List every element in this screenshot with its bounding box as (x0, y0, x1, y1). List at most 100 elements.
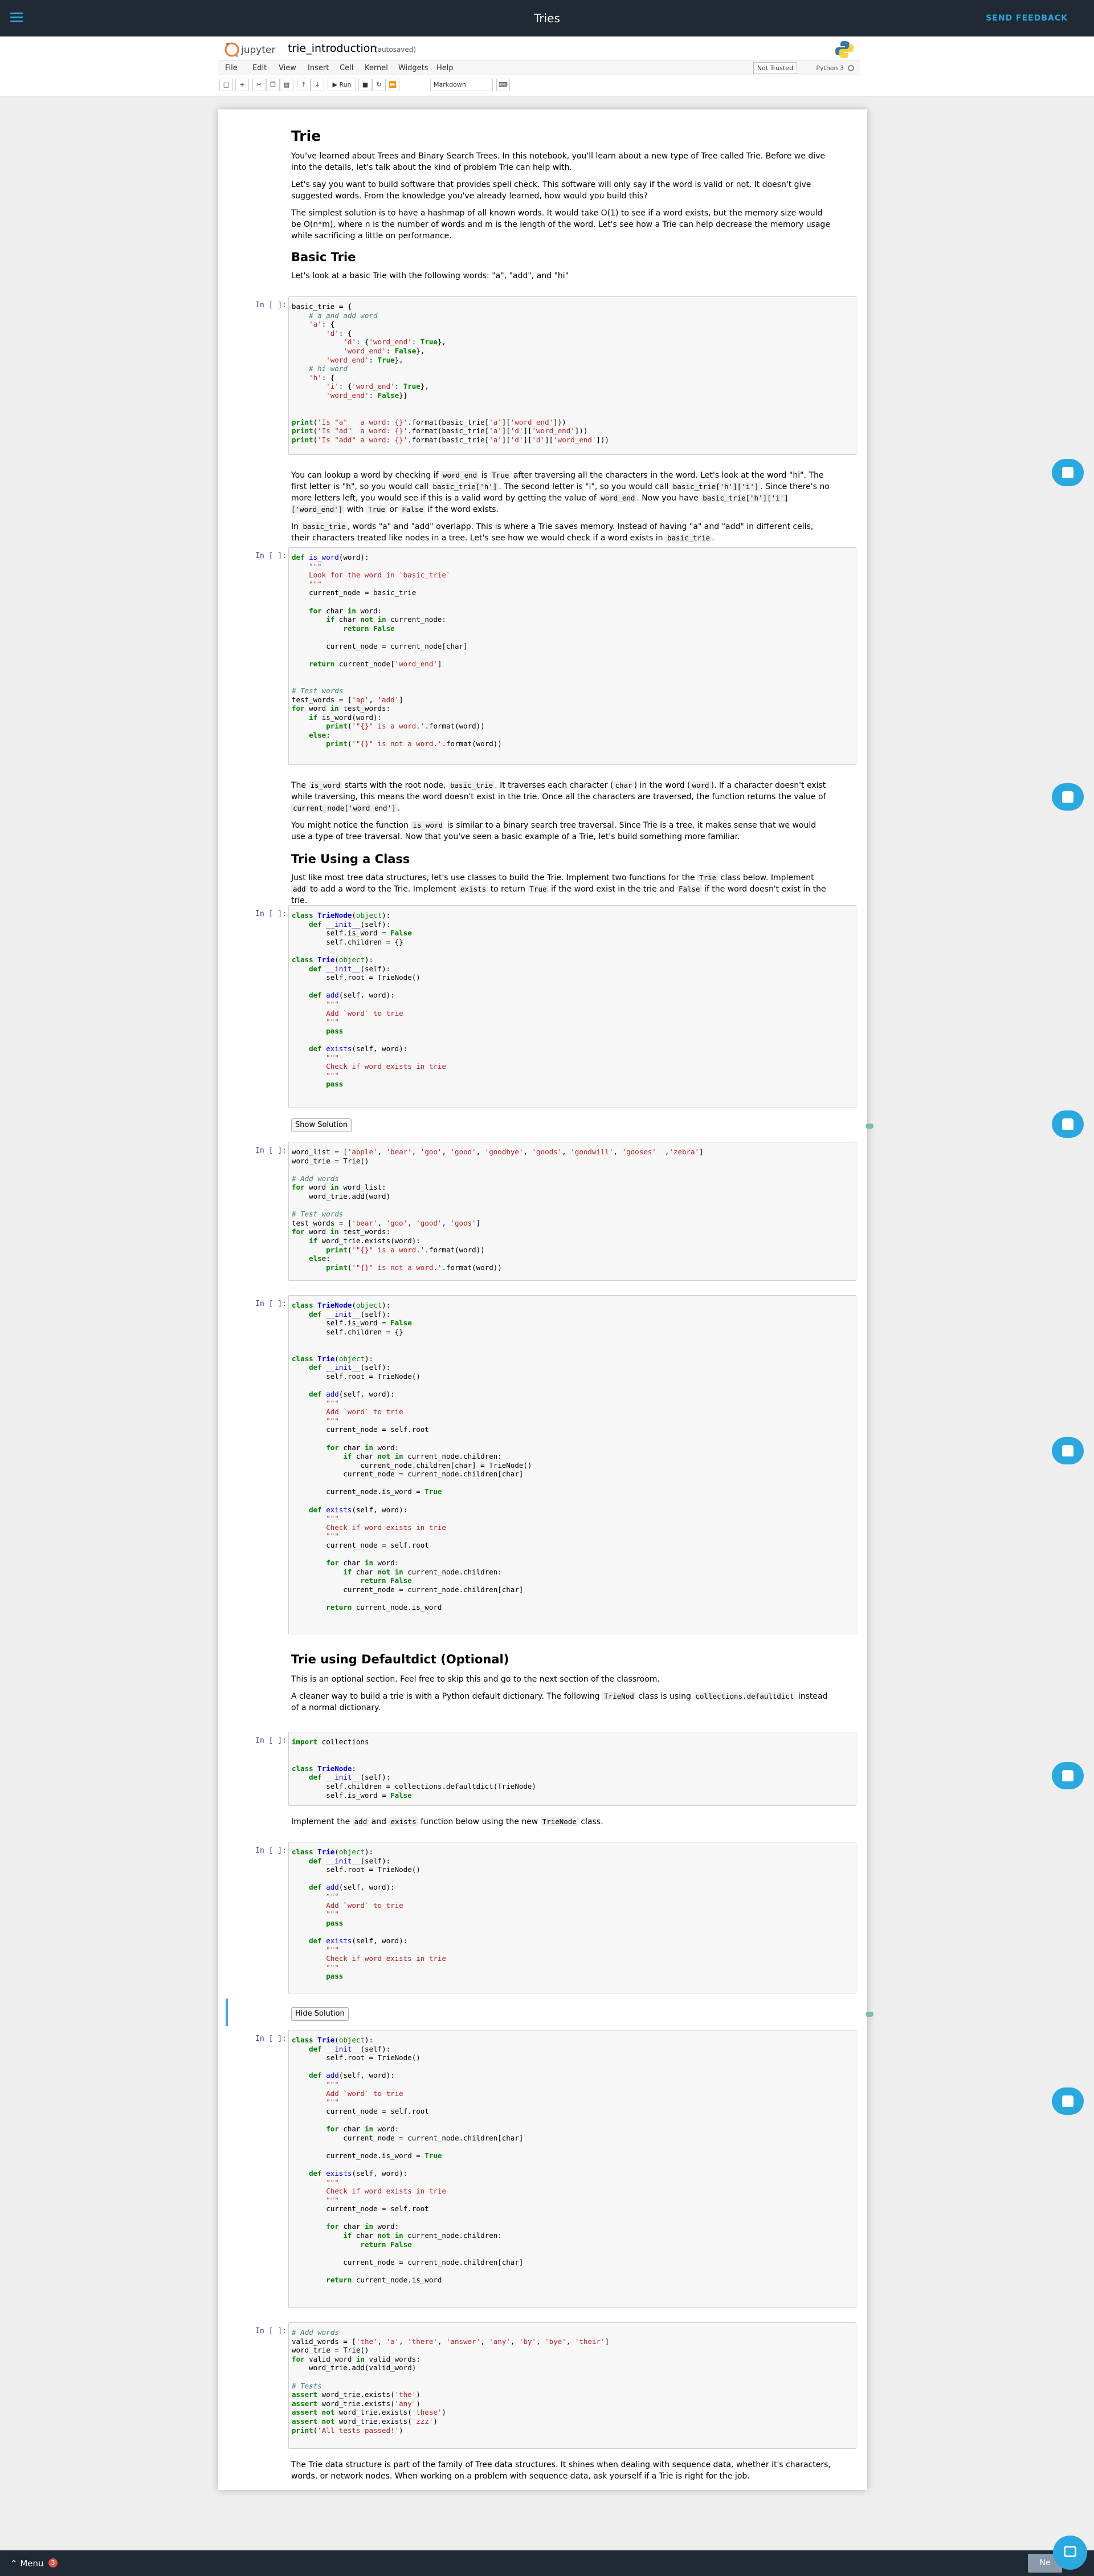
python-logo-icon (835, 41, 854, 58)
save-icon[interactable]: □ (219, 79, 233, 91)
help-bubble-icon[interactable] (1052, 783, 1084, 811)
restart-run-all-icon[interactable]: ⏩ (386, 79, 399, 91)
cell-prompt: In [ ]: (255, 2327, 287, 2335)
help-bubble-icon[interactable] (1052, 1762, 1084, 1789)
notebook-toolbar: □ + ✂ ❐ ▤ ↑ ↓ ▶ Run ■ ↻ ⏩ Markdown ⌨ (218, 78, 860, 92)
code-editor[interactable]: class TrieNode(object): def __init__(sel… (292, 1301, 853, 1612)
paragraph: This is an optional section. Feel free t… (291, 1675, 660, 1684)
show-solution-button[interactable]: Show Solution (291, 1118, 352, 1132)
kernel-status-icon (848, 65, 854, 71)
menu-widgets[interactable]: Widgets (398, 64, 428, 72)
paragraph: In basic_trie, words "a" and "add" overl… (291, 522, 814, 543)
code-cell[interactable]: class TrieNode(object): def __init__(sel… (288, 905, 856, 1108)
code-cell[interactable]: word_list = ['apple', 'bear', 'goo', 'go… (288, 1142, 856, 1281)
send-feedback-link[interactable]: SEND FEEDBACK (986, 14, 1068, 23)
menu-bar: File Edit View Insert Cell Kernel Widget… (218, 60, 860, 75)
paragraph: Let's look at a basic Trie with the foll… (291, 271, 569, 280)
hide-solution-button[interactable]: Hide Solution (291, 2007, 349, 2021)
code-editor[interactable]: # Add words valid_words = ['the', 'a', '… (292, 2328, 853, 2435)
paragraph: Implement the add and exists function be… (291, 1817, 603, 1826)
paragraph: You might notice the function is_word is… (291, 821, 817, 841)
paragraph: You've learned about Trees and Binary Se… (291, 152, 825, 172)
code-cell[interactable]: basic_trie = { # a and add word 'a': { '… (288, 296, 856, 455)
cell-prompt: In [ ]: (255, 1736, 287, 1745)
code-editor[interactable]: class TrieNode(object): def __init__(sel… (292, 911, 853, 1089)
help-bubble-icon[interactable] (1052, 2087, 1084, 2115)
cell-prompt: In [ ]: (255, 1300, 287, 1308)
menu-button[interactable]: ⌃ Menu (10, 2558, 44, 2569)
help-bubble-icon[interactable] (1052, 459, 1084, 486)
add-cell-icon[interactable]: + (235, 79, 249, 91)
notebook-container: Trie You've learned about Trees and Bina… (218, 109, 867, 2490)
paragraph: Just like most tree data structures, let… (291, 873, 826, 905)
paragraph: The is_word starts with the root node, b… (291, 781, 826, 813)
autosave-status: (autosaved) (375, 46, 417, 54)
paragraph: A cleaner way to build a trie is with a … (291, 1692, 828, 1712)
code-editor[interactable]: def is_word(word): """ Look for the word… (292, 553, 853, 748)
code-editor[interactable]: basic_trie = { # a and add word 'a': { '… (292, 302, 853, 445)
code-editor[interactable]: class Trie(object): def __init__(self): … (292, 2036, 853, 2285)
heading-defaultdict: Trie using Defaultdict (Optional) (291, 1653, 509, 1666)
code-cell[interactable]: class TrieNode(object): def __init__(sel… (288, 1295, 856, 1634)
menu-help[interactable]: Help (436, 64, 454, 72)
code-cell[interactable]: class Trie(object): def __init__(self): … (288, 1842, 856, 1993)
menu-file[interactable]: File (225, 64, 238, 72)
paragraph: The simplest solution is to have a hashm… (291, 209, 830, 241)
notebook-header: jupyter trie_introduction (autosaved) Fi… (0, 36, 1094, 96)
code-editor[interactable]: class Trie(object): def __init__(self): … (292, 1847, 853, 1981)
menu-cell[interactable]: Cell (340, 64, 353, 72)
cell-prompt: In [ ]: (255, 552, 287, 560)
top-bar: Tries SEND FEEDBACK (0, 0, 1094, 36)
kernel-name: Python 3 (816, 64, 844, 72)
keyboard-icon[interactable]: ⌨ (496, 79, 510, 91)
run-button[interactable]: ▶ Run (328, 79, 356, 91)
code-cell[interactable]: import collections class TrieNode: def _… (288, 1732, 856, 1806)
heading-trie: Trie (291, 128, 321, 144)
not-trusted-badge[interactable]: Not Trusted (753, 62, 797, 74)
cut-icon[interactable]: ✂ (252, 79, 266, 91)
markdown-cell: The is_word starts with the root node, b… (291, 780, 832, 906)
markdown-cell: The Trie data structure is part of the f… (291, 2459, 832, 2482)
stop-icon[interactable]: ■ (358, 79, 372, 91)
menu-edit[interactable]: Edit (252, 64, 267, 72)
copy-icon[interactable]: ❐ (266, 79, 280, 91)
cell-prompt: In [ ]: (255, 301, 287, 310)
cell-prompt: In [ ]: (255, 2034, 287, 2043)
heading-basic-trie: Basic Trie (291, 250, 356, 264)
menu-view[interactable]: View (279, 64, 296, 72)
jupyter-logo[interactable]: jupyter (224, 41, 281, 58)
chat-icon[interactable] (1053, 2536, 1087, 2570)
paragraph: The Trie data structure is part of the f… (291, 2460, 831, 2481)
scroll-marker (866, 1124, 873, 1129)
app-title: Tries (534, 11, 560, 25)
svg-text:jupyter: jupyter (240, 44, 275, 56)
menu-insert[interactable]: Insert (308, 64, 329, 72)
bottom-bar: ⌃ Menu 3 Ne (0, 2550, 1094, 2576)
menu-kernel[interactable]: Kernel (365, 64, 388, 72)
code-editor[interactable]: import collections class TrieNode: def _… (292, 1737, 853, 1800)
code-cell[interactable]: # Add words valid_words = ['the', 'a', '… (288, 2322, 856, 2449)
cell-prompt: In [ ]: (255, 1146, 287, 1155)
cell-type-select[interactable]: Markdown (430, 79, 493, 91)
markdown-cell: Implement the add and exists function be… (291, 1816, 832, 1828)
selected-cell-indicator (226, 1999, 228, 2026)
markdown-cell: Trie You've learned about Trees and Bina… (291, 128, 832, 282)
code-cell[interactable]: class Trie(object): def __init__(self): … (288, 2030, 856, 2308)
paragraph: Let's say you want to build software tha… (291, 180, 811, 201)
markdown-cell: Trie using Defaultdict (Optional) This i… (291, 1652, 832, 1714)
help-bubble-icon[interactable] (1052, 1437, 1084, 1464)
help-bubble-icon[interactable] (1052, 1110, 1084, 1138)
paste-icon[interactable]: ▤ (280, 79, 293, 91)
code-cell[interactable]: def is_word(word): """ Look for the word… (288, 547, 856, 765)
heading-trie-class: Trie Using a Class (291, 852, 410, 866)
move-down-icon[interactable]: ↓ (311, 79, 324, 91)
notebook-name[interactable]: trie_introduction (288, 42, 377, 55)
notification-badge: 3 (48, 2558, 58, 2567)
scroll-marker (866, 2012, 873, 2017)
move-up-icon[interactable]: ↑ (297, 79, 311, 91)
code-editor[interactable]: word_list = ['apple', 'bear', 'goo', 'go… (292, 1147, 853, 1272)
cell-prompt: In [ ]: (255, 1846, 287, 1855)
paragraph: You can lookup a word by checking if wor… (291, 471, 830, 514)
cell-prompt: In [ ]: (255, 910, 287, 918)
restart-icon[interactable]: ↻ (372, 79, 386, 91)
